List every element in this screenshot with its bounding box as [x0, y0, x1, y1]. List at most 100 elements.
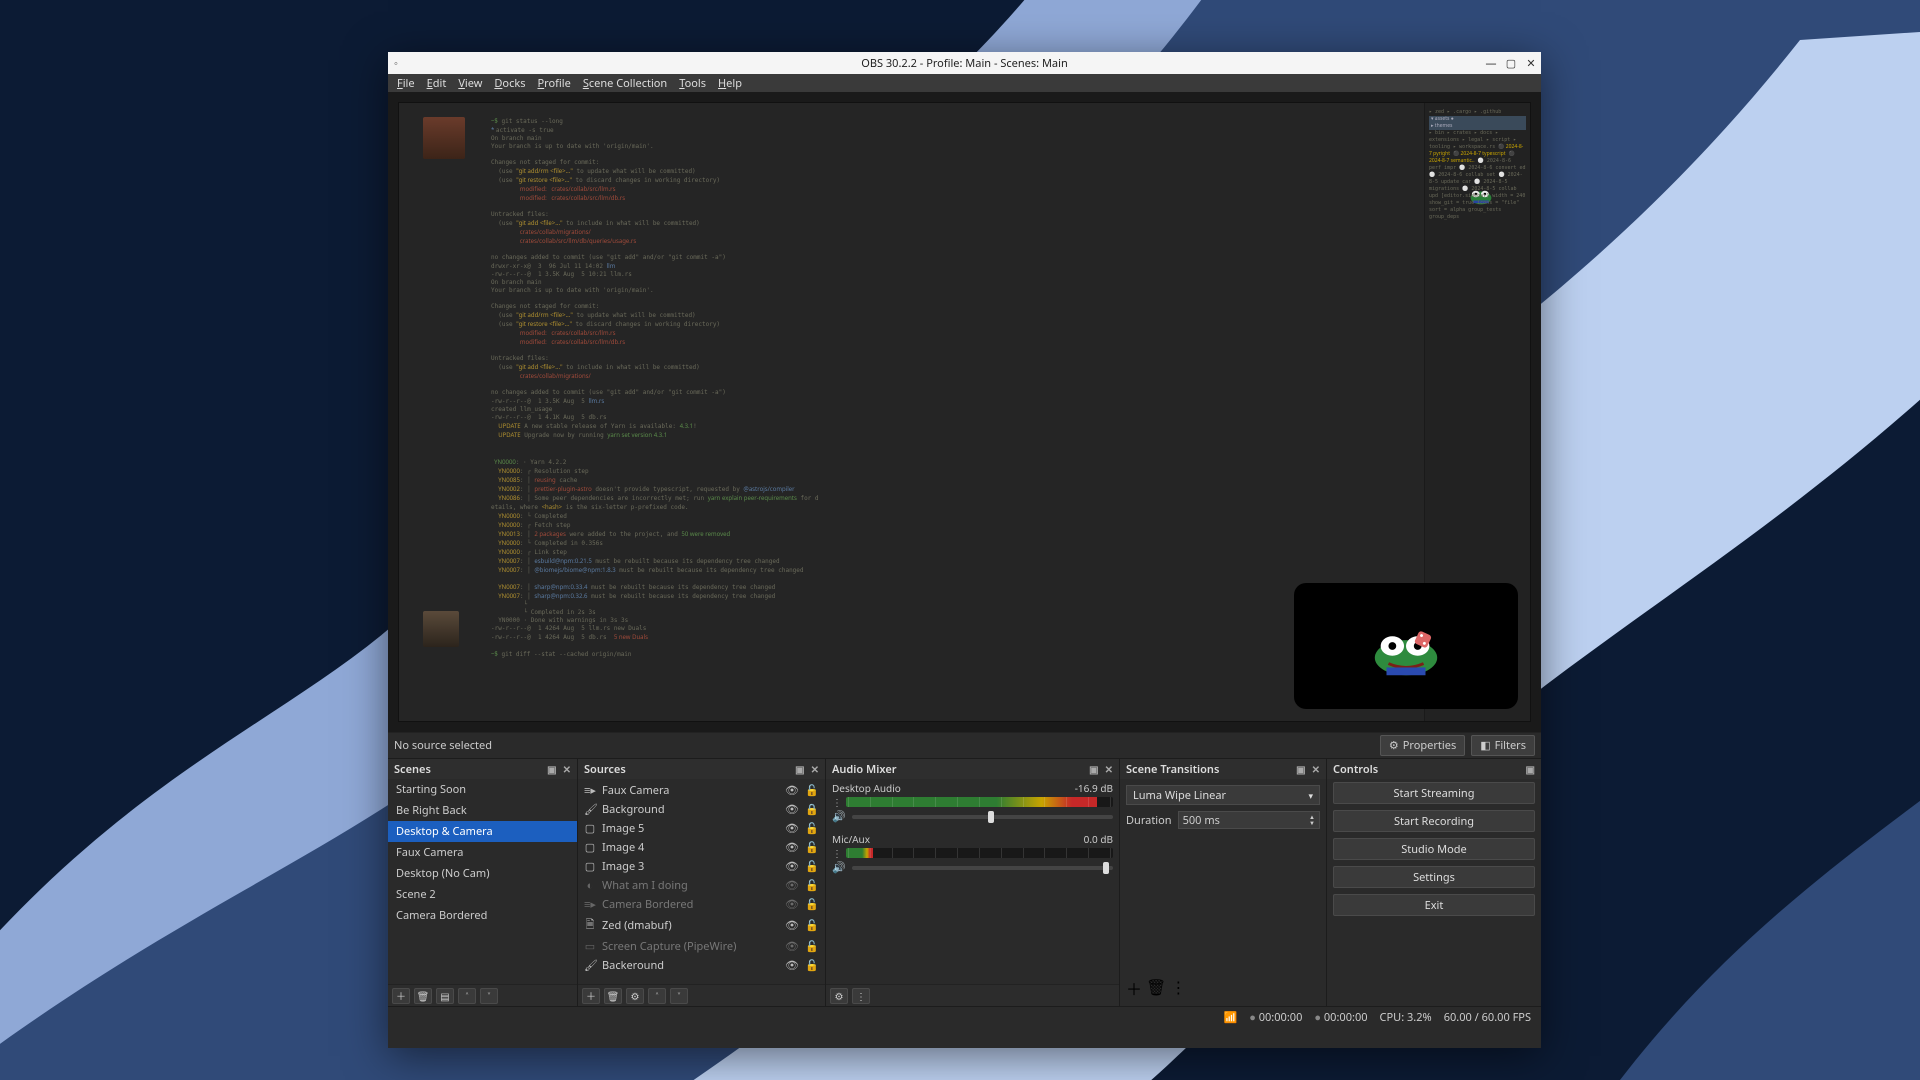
scene-item[interactable]: Desktop (No Cam) [388, 863, 577, 884]
menu-view[interactable]: View [453, 76, 487, 91]
source-item[interactable]: 🗎Zed (dmabuf)👁🔓 [578, 914, 825, 937]
popout-icon[interactable]: ▣ [1526, 762, 1535, 776]
transition-menu-button[interactable]: ⋮ [1170, 976, 1186, 1000]
channel-menu-icon[interactable]: ⋮ [832, 795, 842, 809]
speaker-icon[interactable]: 🔊 [832, 860, 846, 875]
visibility-toggle[interactable]: 👁 [785, 958, 799, 973]
menu-profile[interactable]: Profile [533, 76, 576, 91]
source-item[interactable]: ▭Screen Capture (PipeWire)👁🔓 [578, 937, 825, 956]
mixer-settings-button[interactable]: ⚙ [830, 988, 848, 1004]
popout-icon[interactable]: ▣ [1296, 762, 1305, 776]
scene-item[interactable]: Camera Bordered [388, 905, 577, 926]
scene-item[interactable]: Be Right Back [388, 800, 577, 821]
source-properties-button[interactable]: ⚙ [626, 988, 644, 1004]
visibility-toggle[interactable]: 👁 [785, 859, 799, 874]
audio-meter [846, 797, 1113, 807]
close-icon[interactable]: ✕ [1105, 762, 1113, 776]
close-button[interactable]: ✕ [1525, 56, 1537, 71]
menu-tools[interactable]: Tools [674, 76, 711, 91]
visibility-toggle[interactable]: 👁 [785, 878, 799, 893]
audio-meter [846, 848, 1113, 858]
visibility-toggle[interactable]: 👁 [785, 897, 799, 912]
source-item[interactable]: ▢Image 5👁🔓 [578, 819, 825, 838]
add-transition-button[interactable]: ＋ [1126, 976, 1142, 1000]
visibility-toggle[interactable]: 👁 [785, 840, 799, 855]
remove-scene-button[interactable]: 🗑 [414, 988, 432, 1004]
settings-button[interactable]: Settings [1333, 866, 1535, 888]
spin-down-icon[interactable]: ▼ [1309, 820, 1315, 826]
mixer-menu-button[interactable]: ⋮ [852, 988, 870, 1004]
filters-button[interactable]: ◧Filters [1471, 735, 1535, 756]
scene-item[interactable]: Faux Camera [388, 842, 577, 863]
properties-button[interactable]: ⚙Properties [1380, 735, 1465, 756]
volume-slider[interactable] [852, 866, 1113, 870]
fps-counter: 60.00 / 60.00 FPS [1444, 1010, 1531, 1025]
source-item[interactable]: ▢Image 4👁🔓 [578, 838, 825, 857]
visibility-toggle[interactable]: 👁 [785, 821, 799, 836]
add-source-button[interactable]: ＋ [582, 988, 600, 1004]
scene-item[interactable]: Starting Soon [388, 779, 577, 800]
lock-toggle[interactable]: 🔓 [805, 859, 819, 874]
scene-up-button[interactable]: ˄ [458, 988, 476, 1004]
popout-icon[interactable]: ▣ [547, 762, 556, 776]
source-item[interactable]: 🖌Background👁🔒 [578, 800, 825, 819]
duration-spinner[interactable]: 500 ms▲▼ [1178, 811, 1320, 829]
scene-item[interactable]: Scene 2 [388, 884, 577, 905]
source-item[interactable]: ≡▸Faux Camera👁🔓 [578, 781, 825, 800]
menu-edit[interactable]: Edit [422, 76, 452, 91]
source-down-button[interactable]: ˅ [670, 988, 688, 1004]
lock-toggle[interactable]: 🔓 [805, 958, 819, 973]
lock-toggle[interactable]: 🔓 [805, 840, 819, 855]
visibility-toggle[interactable]: 👁 [785, 939, 799, 954]
source-item[interactable]: ▢Image 3👁🔓 [578, 857, 825, 876]
lock-toggle[interactable]: 🔓 [805, 897, 819, 912]
maximize-button[interactable]: ▢ [1505, 56, 1517, 71]
lock-toggle[interactable]: 🔓 [805, 783, 819, 798]
speaker-icon[interactable]: 🔊 [832, 809, 846, 824]
add-scene-button[interactable]: ＋ [392, 988, 410, 1004]
window-title: OBS 30.2.2 - Profile: Main - Scenes: Mai… [388, 56, 1541, 71]
popout-icon[interactable]: ▣ [1089, 762, 1098, 776]
remove-transition-button[interactable]: 🗑 [1146, 976, 1166, 1000]
lock-toggle[interactable]: 🔓 [805, 821, 819, 836]
scene-down-button[interactable]: ˅ [480, 988, 498, 1004]
close-icon[interactable]: ✕ [811, 762, 819, 776]
mixer-title: Audio Mixer [832, 762, 897, 777]
channel-name: Mic/Aux [832, 832, 870, 846]
popout-icon[interactable]: ▣ [795, 762, 804, 776]
visibility-toggle[interactable]: 👁 [785, 918, 799, 933]
close-icon[interactable]: ✕ [563, 762, 571, 776]
filter-icon: ◧ [1480, 738, 1490, 753]
source-label: Backeround [602, 958, 664, 973]
start-recording-button[interactable]: Start Recording [1333, 810, 1535, 832]
lock-toggle[interactable]: 🔓 [805, 878, 819, 893]
menu-file[interactable]: File [392, 76, 420, 91]
menu-scene-collection[interactable]: Scene Collection [578, 76, 672, 91]
start-streaming-button[interactable]: Start Streaming [1333, 782, 1535, 804]
visibility-toggle[interactable]: 👁 [785, 783, 799, 798]
studio-mode-button[interactable]: Studio Mode [1333, 838, 1535, 860]
scene-filter-button[interactable]: ▤ [436, 988, 454, 1004]
remove-source-button[interactable]: 🗑 [604, 988, 622, 1004]
lock-toggle[interactable]: 🔓 [805, 939, 819, 954]
exit-button[interactable]: Exit [1333, 894, 1535, 916]
source-item[interactable]: ≡▸Camera Bordered👁🔓 [578, 895, 825, 914]
source-item[interactable]: 🖌Backeround👁🔓 [578, 956, 825, 975]
lock-toggle[interactable]: 🔓 [805, 918, 819, 933]
mixer-channel: Desktop Audio-16.9 dB⋮🔊 [826, 779, 1119, 830]
lock-toggle[interactable]: 🔒 [805, 802, 819, 817]
transition-select[interactable]: Luma Wipe Linear▾ [1126, 785, 1320, 805]
preview-area[interactable]: ~$ git status --long * activate -s true … [388, 92, 1541, 732]
source-label: Zed (dmabuf) [602, 918, 672, 933]
minimize-button[interactable]: — [1485, 56, 1497, 71]
channel-menu-icon[interactable]: ⋮ [832, 846, 842, 860]
source-type-icon: ▢ [584, 821, 596, 836]
menu-docks[interactable]: Docks [489, 76, 530, 91]
close-icon[interactable]: ✕ [1312, 762, 1320, 776]
visibility-toggle[interactable]: 👁 [785, 802, 799, 817]
volume-slider[interactable] [852, 815, 1113, 819]
menu-help[interactable]: Help [713, 76, 747, 91]
source-item[interactable]: ◐What am I doing👁🔓 [578, 876, 825, 895]
scene-item[interactable]: Desktop & Camera [388, 821, 577, 842]
source-up-button[interactable]: ˄ [648, 988, 666, 1004]
